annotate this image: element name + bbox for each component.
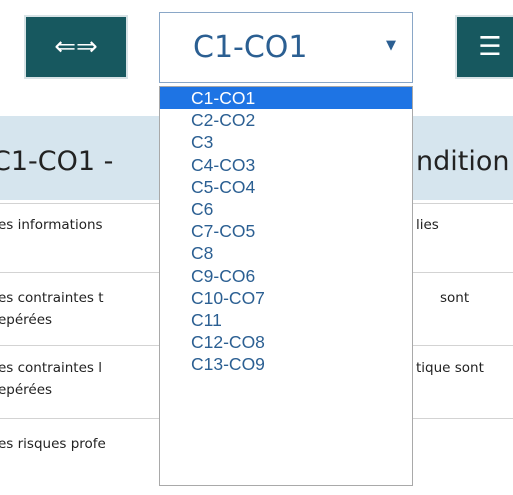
option-c9-co6[interactable]: C9-CO6 (160, 265, 412, 287)
hamburger-icon: ☰ (478, 32, 502, 62)
select-value: C1-CO1 (193, 30, 308, 65)
option-c11[interactable]: C11 (160, 309, 412, 331)
row-text: es risques profe (0, 436, 106, 452)
option-c12-co8[interactable]: C12-CO8 (160, 331, 412, 353)
row-text: tique sont (416, 360, 484, 376)
row-text: lies (416, 217, 439, 233)
row-text: epérées (0, 382, 53, 398)
row-text: es informations (0, 217, 103, 233)
option-c8[interactable]: C8 (160, 242, 412, 264)
page-title-continuation: ndition (416, 146, 510, 177)
option-c4-co3[interactable]: C4-CO3 (160, 154, 412, 176)
option-c1-co1[interactable]: C1-CO1 (160, 87, 412, 110)
row-text: sont (440, 290, 470, 306)
chevron-down-icon: ▼ (386, 38, 396, 53)
option-c6[interactable]: C6 (160, 198, 412, 220)
option-c7-co5[interactable]: C7-CO5 (160, 220, 412, 242)
option-c3[interactable]: C3 (160, 131, 412, 153)
option-c2-co2[interactable]: C2-CO2 (160, 109, 412, 131)
row-text: es contraintes t (0, 290, 104, 306)
menu-button[interactable]: ☰ (455, 15, 513, 79)
row-text: es contraintes l (0, 360, 102, 376)
option-c5-co4[interactable]: C5-CO4 (160, 176, 412, 198)
option-c10-co7[interactable]: C10-CO7 (160, 287, 412, 309)
page-title: C1-CO1 - (0, 146, 114, 177)
option-c13-co9[interactable]: C13-CO9 (160, 353, 412, 375)
double-arrow-icon: ⇐⇒ (54, 32, 98, 62)
select-dropdown-list: C1-CO1 C2-CO2 C3 C4-CO3 C5-CO4 C6 C7-CO5… (159, 86, 413, 486)
swap-button[interactable]: ⇐⇒ (24, 15, 128, 79)
row-text: epérées (0, 312, 53, 328)
competence-select[interactable]: C1-CO1 ▼ (159, 12, 413, 83)
